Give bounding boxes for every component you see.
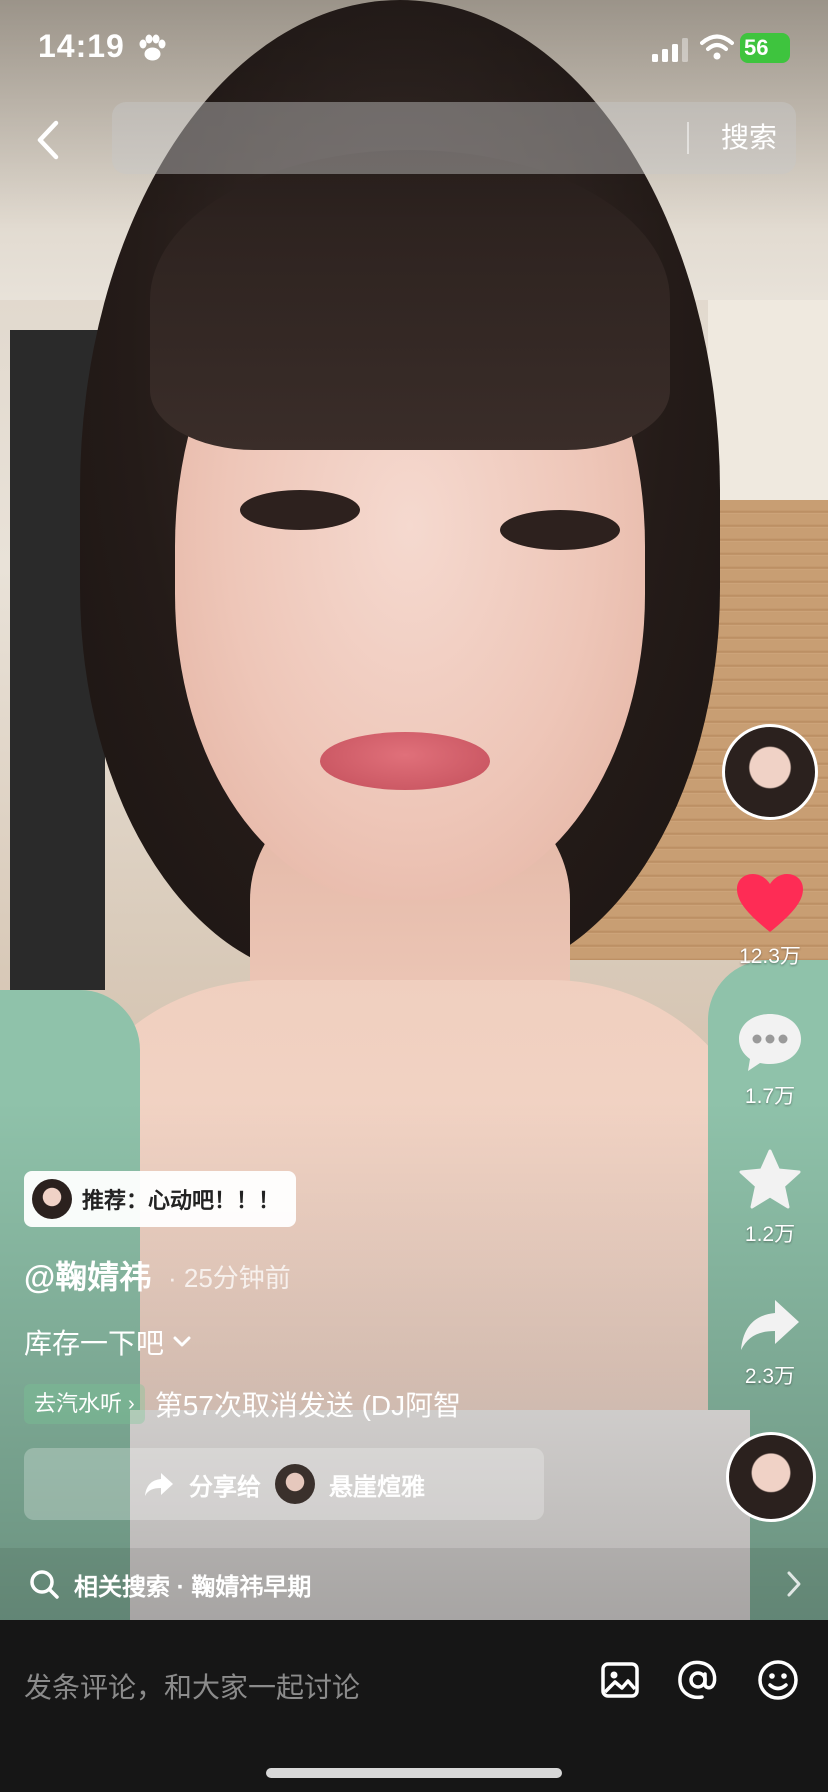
chevron-down-icon: [173, 1336, 191, 1347]
wifi-icon: [700, 34, 734, 60]
share-arrow-icon: [741, 1300, 799, 1350]
video-player[interactable]: [0, 0, 828, 1620]
favorite-button[interactable]: 1.2万: [720, 1148, 820, 1248]
music-disc[interactable]: [726, 1432, 816, 1522]
heart-icon: [737, 874, 803, 932]
star-icon: [739, 1149, 801, 1209]
search-input[interactable]: 搜索: [112, 102, 796, 174]
friend-name: 悬崖煊雅: [329, 1473, 425, 1501]
music-tag-label: 去汽水听: [34, 1391, 123, 1416]
music-name: 第57次取消发送 (DJ阿智: [154, 1390, 462, 1421]
image-icon[interactable]: [598, 1658, 642, 1702]
related-search-text: 相关搜索 · 鞠婧祎早期: [74, 1573, 312, 1601]
signal-icon: [652, 38, 688, 62]
chevron-right-icon: ›: [128, 1393, 135, 1415]
comment-button[interactable]: 1.7万: [720, 1010, 820, 1110]
music-row[interactable]: 去汽水听 › 第57次取消发送 (DJ阿智: [24, 1384, 461, 1424]
video-caption[interactable]: 库存一下吧: [24, 1322, 192, 1362]
video-background-wall: [708, 300, 828, 520]
paw-icon: [139, 34, 166, 61]
search-divider: [687, 122, 689, 154]
search-icon: [30, 1570, 59, 1599]
friend-avatar: [275, 1464, 315, 1504]
like-button[interactable]: 12.3万: [720, 872, 820, 970]
chevron-right-icon: [787, 1571, 801, 1597]
post-time: · 25分钟前: [168, 1263, 291, 1293]
author-name[interactable]: @鞠婧祎: [24, 1252, 151, 1298]
video-subject-lips: [320, 732, 490, 790]
comment-bubble-icon: [739, 1014, 801, 1071]
comment-bar: 发条评论，和大家一起讨论: [0, 1620, 828, 1792]
status-time: 14:19: [38, 28, 125, 64]
recommend-text: 推荐：心动吧！！！: [82, 1188, 281, 1213]
share-to-friend-bar[interactable]: 分享给 悬崖煊雅: [24, 1448, 544, 1520]
recommend-chip[interactable]: 推荐：心动吧！！！: [24, 1171, 297, 1227]
music-app-tag[interactable]: 去汽水听 ›: [24, 1384, 145, 1424]
share-label: 分享给: [189, 1473, 261, 1501]
caption-text: 库存一下吧: [24, 1328, 165, 1359]
battery-level: 56: [744, 35, 769, 60]
comment-count: 1.7万: [744, 1085, 796, 1108]
author-avatar[interactable]: [722, 724, 818, 820]
at-icon[interactable]: [676, 1658, 720, 1702]
emoji-icon[interactable]: [756, 1658, 800, 1702]
share-arrow-icon: [145, 1473, 173, 1496]
search-button[interactable]: 搜索: [702, 102, 796, 174]
status-bar: 14:19 56: [0, 0, 828, 100]
favorite-count: 1.2万: [744, 1223, 796, 1246]
share-count: 2.3万: [744, 1365, 796, 1388]
battery-indicator: 56: [740, 33, 790, 63]
video-subject-eye: [240, 490, 360, 530]
share-button[interactable]: 2.3万: [720, 1296, 820, 1390]
like-count: 12.3万: [739, 945, 801, 968]
recommend-thumbnail: [32, 1179, 72, 1219]
video-subject-eye: [500, 510, 620, 550]
comment-input[interactable]: 发条评论，和大家一起讨论: [24, 1666, 360, 1706]
back-chevron-icon[interactable]: [28, 115, 68, 165]
related-search-bar[interactable]: 相关搜索 · 鞠婧祎早期: [0, 1548, 828, 1620]
home-indicator[interactable]: [266, 1768, 562, 1778]
